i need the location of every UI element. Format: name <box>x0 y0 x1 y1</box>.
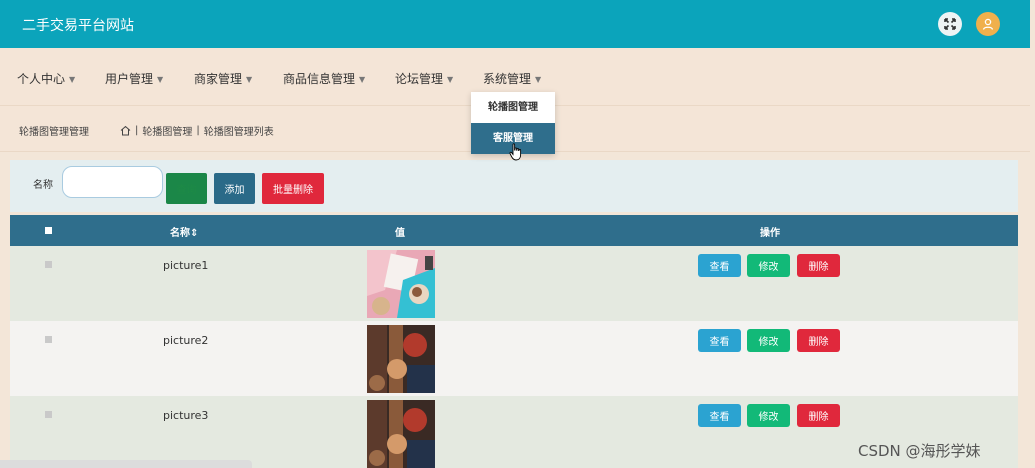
table-row: picture2 查看 修改 删除 <box>10 321 1018 396</box>
view-button[interactable]: 查看 <box>698 329 741 352</box>
column-header-actions: 操作 <box>760 228 780 239</box>
search-bar: 名称 查询 添加 批量删除 <box>10 160 1018 212</box>
view-button[interactable]: 查看 <box>698 254 741 277</box>
breadcrumb-separator: | <box>196 125 200 136</box>
top-bar: 二手交易平台网站 <box>0 0 1030 48</box>
delete-button[interactable]: 删除 <box>797 254 840 277</box>
query-button[interactable]: 查询 <box>166 173 207 204</box>
caret-down-icon: ▼ <box>246 75 253 84</box>
nav-label: 用户管理 <box>105 72 154 86</box>
carousel-image <box>367 400 435 468</box>
column-header-name[interactable]: 名称⇕ <box>170 224 198 239</box>
nav-label: 商家管理 <box>194 72 243 86</box>
sort-icon[interactable]: ⇕ <box>190 228 198 239</box>
nav-label: 商品信息管理 <box>283 72 356 86</box>
breadcrumb-item[interactable]: 轮播图管理 <box>142 123 192 138</box>
nav-label: 论坛管理 <box>395 72 444 86</box>
fullscreen-button[interactable] <box>938 12 962 36</box>
edit-button[interactable]: 修改 <box>747 254 790 277</box>
page-title: 轮播图管理管理 <box>19 127 89 138</box>
nav-item-system-management[interactable]: 系统管理 ▼ <box>483 70 541 87</box>
delete-button[interactable]: 删除 <box>797 329 840 352</box>
expand-icon <box>944 18 956 30</box>
user-icon <box>982 18 994 30</box>
site-title: 二手交易平台网站 <box>22 18 134 34</box>
batch-delete-button[interactable]: 批量删除 <box>262 173 324 204</box>
user-avatar-button[interactable] <box>976 12 1000 36</box>
carousel-image <box>367 325 435 393</box>
table-header: 名称⇕ 值 操作 <box>10 215 1018 246</box>
row-name: picture3 <box>163 409 209 422</box>
add-button[interactable]: 添加 <box>214 173 255 204</box>
row-checkbox[interactable] <box>45 261 52 268</box>
select-all-checkbox[interactable] <box>45 227 52 234</box>
caret-down-icon: ▼ <box>535 75 542 84</box>
caret-down-icon: ▼ <box>69 75 76 84</box>
row-name: picture1 <box>163 259 209 272</box>
nav-item-forum-management[interactable]: 论坛管理 ▼ <box>395 70 453 87</box>
breadcrumb-item: 轮播图管理列表 <box>203 127 274 138</box>
carousel-image <box>367 250 435 318</box>
breadcrumb: | 轮播图管理 | 轮播图管理列表 <box>120 123 274 138</box>
table-row: picture1 查看 修改 删除 <box>10 246 1018 321</box>
row-checkbox[interactable] <box>45 411 52 418</box>
caret-down-icon: ▼ <box>359 75 366 84</box>
caret-down-icon: ▼ <box>447 75 454 84</box>
carousel-table: 名称⇕ 值 操作 picture1 查看 修改 删除 picture2 查看 修… <box>10 215 1018 468</box>
nav-label: 个人中心 <box>17 72 66 86</box>
menu-item-carousel-management[interactable]: 轮播图管理 <box>471 92 555 123</box>
watermark: CSDN @海彤学妹 <box>858 442 981 460</box>
caret-down-icon: ▼ <box>157 75 164 84</box>
nav-item-personal-center[interactable]: 个人中心 ▼ <box>17 70 75 87</box>
edit-button[interactable]: 修改 <box>747 329 790 352</box>
row-checkbox[interactable] <box>45 336 52 343</box>
hand-cursor-icon <box>509 143 522 161</box>
breadcrumb-separator: | <box>135 125 139 136</box>
column-header-value: 值 <box>395 228 405 239</box>
view-button[interactable]: 查看 <box>698 404 741 427</box>
nav-item-merchant-management[interactable]: 商家管理 ▼ <box>194 70 252 87</box>
name-label: 名称 <box>33 180 53 191</box>
nav-item-user-management[interactable]: 用户管理 ▼ <box>105 70 163 87</box>
nav-label: 系统管理 <box>483 72 532 86</box>
name-search-input[interactable] <box>62 166 163 198</box>
edit-button[interactable]: 修改 <box>747 404 790 427</box>
nav-item-product-management[interactable]: 商品信息管理 ▼ <box>283 70 365 87</box>
row-name: picture2 <box>163 334 209 347</box>
browser-status-bar <box>0 460 252 468</box>
delete-button[interactable]: 删除 <box>797 404 840 427</box>
home-icon[interactable] <box>120 125 131 136</box>
